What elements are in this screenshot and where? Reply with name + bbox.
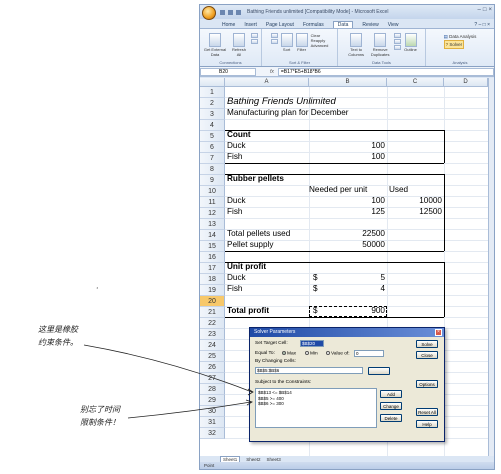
office-button[interactable] xyxy=(202,6,216,20)
arrowhead-icon xyxy=(247,388,254,396)
arrow-to-time-constraint xyxy=(127,401,252,419)
annotation-arrows xyxy=(83,344,254,419)
arrow-to-rubber-constraint xyxy=(83,344,253,393)
